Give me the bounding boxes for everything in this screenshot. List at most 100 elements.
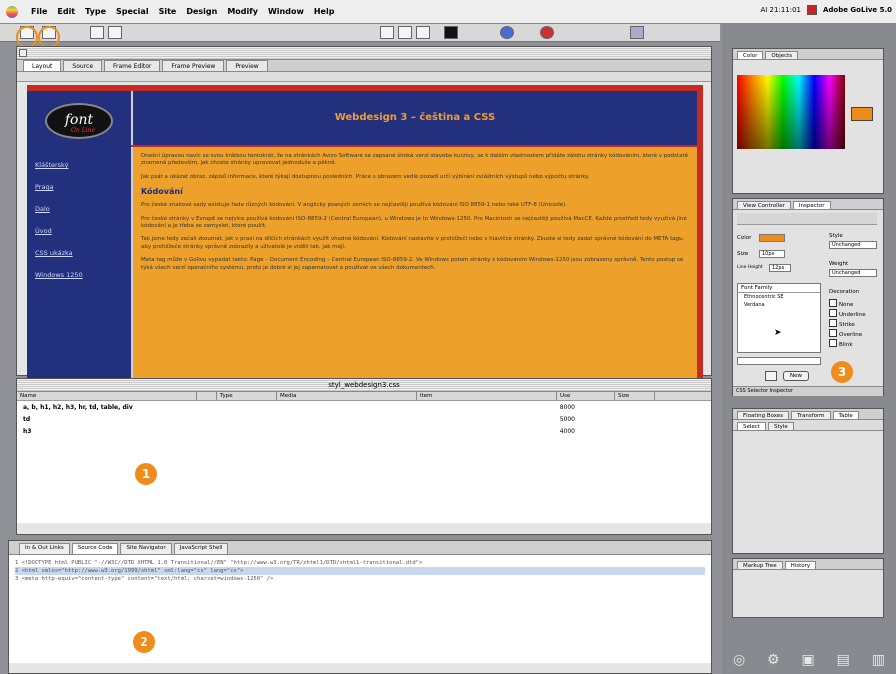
- disk-icon[interactable]: ◎: [733, 652, 745, 668]
- size-field[interactable]: 10px: [759, 250, 785, 258]
- row-value: 8000: [559, 403, 575, 411]
- tab-frame-preview[interactable]: Frame Preview: [162, 60, 225, 71]
- transform-palette: Floating Boxes Transform Table Select St…: [732, 408, 884, 554]
- tab-frame-editor[interactable]: Frame Editor: [104, 60, 161, 71]
- nav-link[interactable]: Praga: [35, 183, 83, 191]
- col-item[interactable]: Item: [417, 392, 557, 400]
- table-row[interactable]: a, b, h1, h2, h3, hr, td, table, div 8000: [17, 401, 711, 413]
- style-select[interactable]: Unchanged: [829, 241, 877, 249]
- tab-history[interactable]: History: [784, 561, 817, 569]
- source-code-editor[interactable]: 1 <!DOCTYPE html PUBLIC "-//W3C//DTD XHT…: [9, 555, 711, 663]
- menu-type[interactable]: Type: [85, 7, 106, 16]
- source-code-window: In & Out Links Source Code Site Navigato…: [8, 540, 712, 674]
- apple-menu-icon[interactable]: [6, 5, 18, 18]
- align-center-icon[interactable]: [398, 26, 412, 39]
- css-selector-bar[interactable]: CSS Selector Inspector: [733, 386, 883, 396]
- app-switcher-icon[interactable]: [807, 5, 817, 15]
- font-family-list[interactable]: Font Family Ethnocentric SE Verdana ➤: [737, 283, 821, 353]
- font-input[interactable]: [737, 357, 821, 365]
- decoration-blink-checkbox[interactable]: Blink: [829, 339, 853, 348]
- decoration-strike-checkbox[interactable]: Strike: [829, 319, 855, 328]
- menu-edit[interactable]: Edit: [57, 7, 75, 16]
- preview-icon[interactable]: [444, 26, 458, 39]
- printer-icon[interactable]: ▣: [802, 652, 815, 668]
- tab-in-out-links[interactable]: In & Out Links: [19, 543, 70, 554]
- line-height-field[interactable]: 12px: [769, 264, 791, 272]
- folder-icon[interactable]: ▤: [837, 652, 850, 668]
- tab-markup-tree[interactable]: Markup Tree: [737, 561, 783, 569]
- css-titlebar[interactable]: styl_webdesign3.css: [17, 379, 711, 392]
- document-titlebar[interactable]: [17, 47, 711, 60]
- tab-site-navigator[interactable]: Site Navigator: [120, 543, 172, 554]
- col-use[interactable]: Use: [557, 392, 615, 400]
- align-left-icon[interactable]: [380, 26, 394, 39]
- tab-color[interactable]: Color: [737, 51, 764, 59]
- stop-icon[interactable]: [540, 26, 554, 39]
- menu-modify[interactable]: Modify: [227, 7, 258, 16]
- nav-link[interactable]: Úvod: [35, 227, 83, 235]
- font-item[interactable]: Verdana: [738, 301, 820, 309]
- callout-badge-3: 3: [831, 361, 853, 383]
- size-label: Size: [737, 251, 749, 257]
- tab-select[interactable]: Select: [737, 422, 766, 430]
- nav-link[interactable]: Klášterský: [35, 161, 83, 169]
- network-icon[interactable]: ⚙: [767, 652, 780, 668]
- col-type[interactable]: Type: [217, 392, 277, 400]
- code-line: 2 <html xmlns="http://www.w3.org/1999/xh…: [15, 567, 705, 575]
- color-swatches[interactable]: [737, 75, 845, 149]
- code-tabs: In & Out Links Source Code Site Navigato…: [9, 541, 711, 555]
- new-font-button[interactable]: New: [783, 371, 809, 381]
- menu-special[interactable]: Special: [116, 7, 149, 16]
- decoration-underline-checkbox[interactable]: Underline: [829, 309, 866, 318]
- col-blank[interactable]: [197, 392, 217, 400]
- row-value: 4000: [559, 427, 575, 435]
- tab-style[interactable]: Style: [767, 422, 794, 430]
- decoration-none-checkbox[interactable]: None: [829, 299, 853, 308]
- table-row[interactable]: td 5000: [17, 413, 711, 425]
- delete-font-button[interactable]: [765, 371, 777, 381]
- trash-icon[interactable]: ▥: [872, 652, 885, 668]
- nav-link[interactable]: CSS ukázka: [35, 249, 83, 257]
- decoration-label: Decoration: [829, 289, 860, 295]
- browser-icon[interactable]: [500, 26, 514, 39]
- tab-javascript-shell[interactable]: JavaScript Shell: [173, 543, 229, 554]
- tab-transform[interactable]: Transform: [791, 411, 831, 419]
- current-color-swatch[interactable]: [851, 107, 873, 121]
- nav-link[interactable]: Windows 1250: [35, 271, 83, 279]
- tab-objects[interactable]: Objects: [765, 51, 799, 59]
- tab-layout[interactable]: Layout: [23, 60, 62, 71]
- color-field[interactable]: [759, 234, 785, 242]
- tab-table[interactable]: Table: [832, 411, 859, 419]
- tab-source-code[interactable]: Source Code: [71, 543, 119, 554]
- decoration-overline-checkbox[interactable]: Overline: [829, 329, 862, 338]
- col-media[interactable]: Media: [277, 392, 417, 400]
- inspector-palette: View Controller Inspector Color Size 10p…: [732, 198, 884, 396]
- inspector-icon-tabs[interactable]: [737, 213, 877, 225]
- app-label[interactable]: Adobe GoLive 5.0: [823, 6, 892, 14]
- menu-window[interactable]: Window: [268, 7, 304, 16]
- tab-view-controller[interactable]: View Controller: [737, 201, 791, 209]
- menu-help[interactable]: Help: [314, 7, 335, 16]
- menu-design[interactable]: Design: [186, 7, 217, 16]
- close-box-icon[interactable]: [19, 49, 27, 57]
- tab-inspector[interactable]: Inspector: [792, 201, 831, 209]
- print-button[interactable]: [108, 26, 122, 39]
- menu-site[interactable]: Site: [159, 7, 177, 16]
- color-tabs: Color Objects: [733, 49, 883, 60]
- col-size[interactable]: Size: [615, 392, 655, 400]
- weight-select[interactable]: Unchanged: [829, 269, 877, 277]
- col-name[interactable]: Name: [17, 392, 197, 400]
- save-button[interactable]: [90, 26, 104, 39]
- menu-file[interactable]: File: [31, 7, 47, 16]
- tab-source[interactable]: Source: [63, 60, 103, 71]
- tab-preview[interactable]: Preview: [226, 60, 268, 71]
- site-icon[interactable]: [630, 26, 644, 39]
- row-value: 5000: [559, 415, 575, 423]
- nav-link[interactable]: Dalo: [35, 205, 83, 213]
- font-item[interactable]: Ethnocentric SE: [738, 293, 820, 301]
- align-right-icon[interactable]: [416, 26, 430, 39]
- tab-floating-boxes[interactable]: Floating Boxes: [737, 411, 790, 419]
- logo-subtext: On Line: [71, 127, 96, 134]
- table-row[interactable]: h3 4000: [17, 425, 711, 437]
- row-name: h3: [23, 427, 32, 435]
